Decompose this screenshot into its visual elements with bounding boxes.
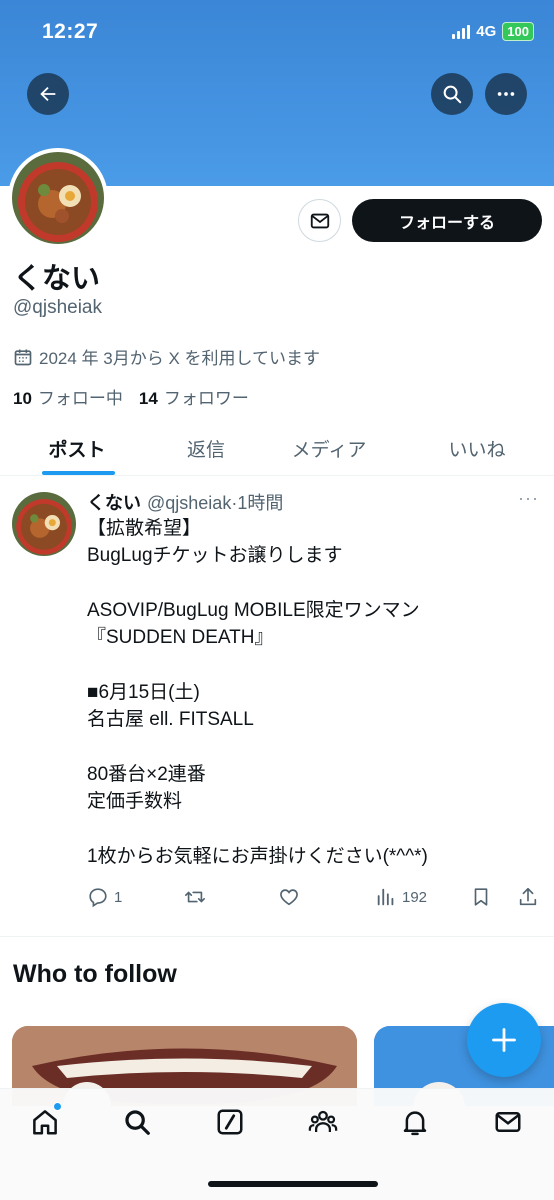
- profile-avatar[interactable]: [8, 148, 108, 248]
- post-actions: 1 192: [87, 886, 542, 912]
- home-notification-dot: [53, 1102, 62, 1111]
- status-indicators: 4G 100: [452, 22, 534, 41]
- mail-icon: [310, 213, 329, 228]
- notifications-icon: [403, 1111, 427, 1136]
- communities-icon: [308, 1110, 338, 1132]
- bookmark-button[interactable]: [470, 886, 492, 908]
- active-tab-indicator: [42, 471, 115, 475]
- back-button[interactable]: [27, 73, 69, 115]
- reply-button[interactable]: 1: [87, 886, 122, 908]
- plus-icon: [492, 1028, 516, 1052]
- post-time: ·1時間: [231, 493, 284, 513]
- nav-communities[interactable]: [306, 1105, 340, 1139]
- follow-button[interactable]: フォローする: [352, 199, 542, 242]
- share-button[interactable]: [517, 886, 539, 908]
- reply-count: 1: [114, 888, 123, 906]
- battery-level: 100: [502, 22, 534, 41]
- joined-date: 2024 年 3月から X を利用しています: [13, 344, 320, 369]
- repost-icon: [185, 891, 205, 903]
- views-icon: [377, 888, 394, 906]
- post-text: 【拡散希望】 BugLugチケットお譲りします ASOVIP/BugLug MO…: [87, 518, 428, 867]
- signal-icon: [452, 24, 471, 39]
- views-button[interactable]: 192: [375, 886, 427, 908]
- status-time: 12:27: [42, 20, 99, 43]
- tab-posts[interactable]: ポスト: [0, 420, 154, 476]
- following-link[interactable]: 10 フォロー中: [13, 384, 123, 409]
- joined-text: 2024 年 3月から X を利用しています: [39, 349, 320, 368]
- post-author-name[interactable]: くない: [87, 489, 141, 515]
- post-header: くない @qjsheiak ·1時間: [87, 489, 283, 515]
- status-bar: 12:27 4G 100: [0, 0, 554, 62]
- display-name: くない: [13, 263, 101, 295]
- calendar-icon: [14, 349, 32, 365]
- nav-notifications[interactable]: [398, 1105, 432, 1139]
- post-more-button[interactable]: ···: [518, 488, 539, 509]
- share-icon: [519, 887, 537, 906]
- bookmark-icon: [474, 888, 488, 906]
- post-avatar[interactable]: [12, 492, 76, 556]
- back-arrow-icon: [40, 86, 56, 102]
- more-button[interactable]: [485, 73, 527, 115]
- network-type: 4G: [476, 23, 497, 40]
- reply-icon: [89, 888, 107, 908]
- views-count: 192: [402, 888, 428, 906]
- grok-icon: [217, 1109, 243, 1135]
- followers-count: 14: [138, 389, 158, 408]
- messages-icon: [495, 1112, 521, 1132]
- following-count: 10: [13, 389, 32, 408]
- compose-button[interactable]: [467, 1003, 541, 1077]
- follow-stats: 10 フォロー中 14 フォロワー: [13, 384, 249, 409]
- search-button[interactable]: [431, 73, 473, 115]
- profile-tabs: ポスト 返信 メディア いいね: [0, 420, 554, 476]
- who-to-follow-title: Who to follow: [13, 960, 177, 988]
- like-button[interactable]: [278, 886, 300, 908]
- followers-label: フォロワー: [163, 389, 249, 408]
- explore-icon: [125, 1110, 150, 1135]
- like-icon: [280, 889, 298, 906]
- section-divider: [0, 936, 554, 937]
- profile-handle: @qjsheiak: [13, 297, 102, 318]
- tab-media[interactable]: メディア: [258, 420, 400, 476]
- message-button[interactable]: [298, 199, 341, 242]
- search-icon: [443, 85, 462, 104]
- home-indicator: [208, 1181, 378, 1187]
- followers-link[interactable]: 14 フォロワー: [139, 384, 249, 409]
- home-icon: [33, 1110, 57, 1135]
- tab-replies[interactable]: 返信: [154, 420, 258, 476]
- following-label: フォロー中: [37, 389, 123, 408]
- nav-grok[interactable]: [213, 1105, 247, 1139]
- nav-explore[interactable]: [120, 1105, 154, 1139]
- repost-button[interactable]: [183, 886, 207, 908]
- more-icon: [497, 92, 515, 96]
- nav-messages[interactable]: [491, 1105, 525, 1139]
- tab-likes[interactable]: いいね: [400, 420, 554, 476]
- post-author-handle[interactable]: @qjsheiak: [147, 493, 231, 514]
